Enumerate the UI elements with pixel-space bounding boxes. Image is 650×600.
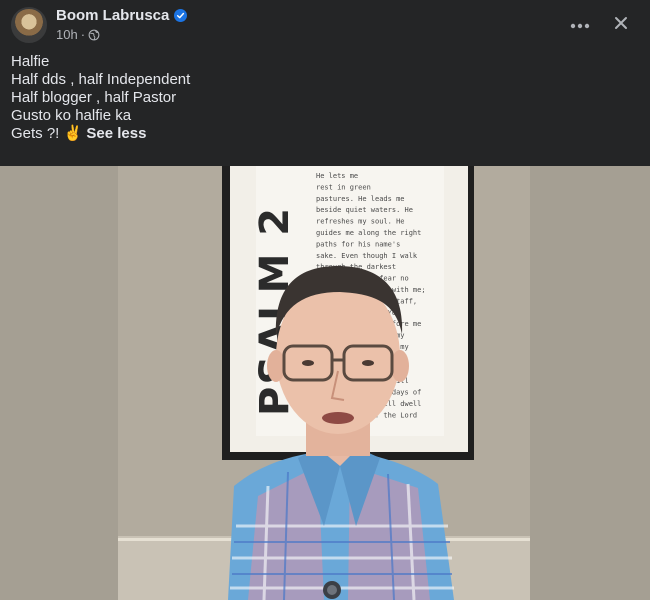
post-line: Half dds , half Independent <box>11 71 191 88</box>
poster-verse-line: pastures. He leads me <box>316 195 405 203</box>
post-media[interactable]: PSALM 2 He lets me rest in green pastures.… <box>0 166 650 600</box>
facebook-post: Boom Labrusca 10h · Halfie Half dds , ha… <box>0 0 650 600</box>
post-line: Halfie <box>11 53 50 70</box>
author-avatar[interactable] <box>11 7 47 43</box>
close-icon <box>614 16 628 35</box>
post-header: Boom Labrusca 10h · <box>0 0 650 48</box>
see-less-link[interactable]: See less <box>86 125 146 142</box>
poster-verse-line: guides me along the right <box>316 229 421 237</box>
more-options-button[interactable] <box>565 10 595 40</box>
post-line: Gets ?! <box>11 125 60 142</box>
post-line: Half blogger , half Pastor <box>11 89 177 106</box>
globe-icon <box>88 29 100 41</box>
video-player[interactable]: PSALM 2 He lets me rest in green pastures.… <box>118 166 530 600</box>
poster-verse-line: rest in green <box>316 183 371 191</box>
post-meta: 10h · <box>56 27 100 42</box>
poster-verse-line: beside quiet waters. He <box>316 206 413 214</box>
poster-verse-line: paths for his name's <box>316 240 400 248</box>
post-message: Halfie Half dds , half Independent Half … <box>11 53 631 143</box>
author-name[interactable]: Boom Labrusca <box>56 7 169 24</box>
author-name-row: Boom Labrusca <box>56 7 188 24</box>
poster-verse-line: refreshes my soul. He <box>316 218 405 226</box>
poster-verse-line: He lets me <box>316 172 358 180</box>
verified-badge-icon <box>174 9 188 22</box>
post-timestamp[interactable]: 10h <box>56 27 78 42</box>
meta-separator: · <box>80 27 86 42</box>
poster-verse-line: sake. Even though I walk <box>316 252 418 260</box>
post-line: Gusto ko halfie ka <box>11 107 132 124</box>
peace-sign-emoji: ✌️ <box>63 125 83 142</box>
hide-post-button[interactable] <box>606 10 636 40</box>
more-horizontal-icon <box>570 16 590 34</box>
video-frame: PSALM 2 He lets merest in greenpastures.… <box>118 166 530 600</box>
post-last-line: Gets ?! ✌️ See less <box>11 125 631 143</box>
